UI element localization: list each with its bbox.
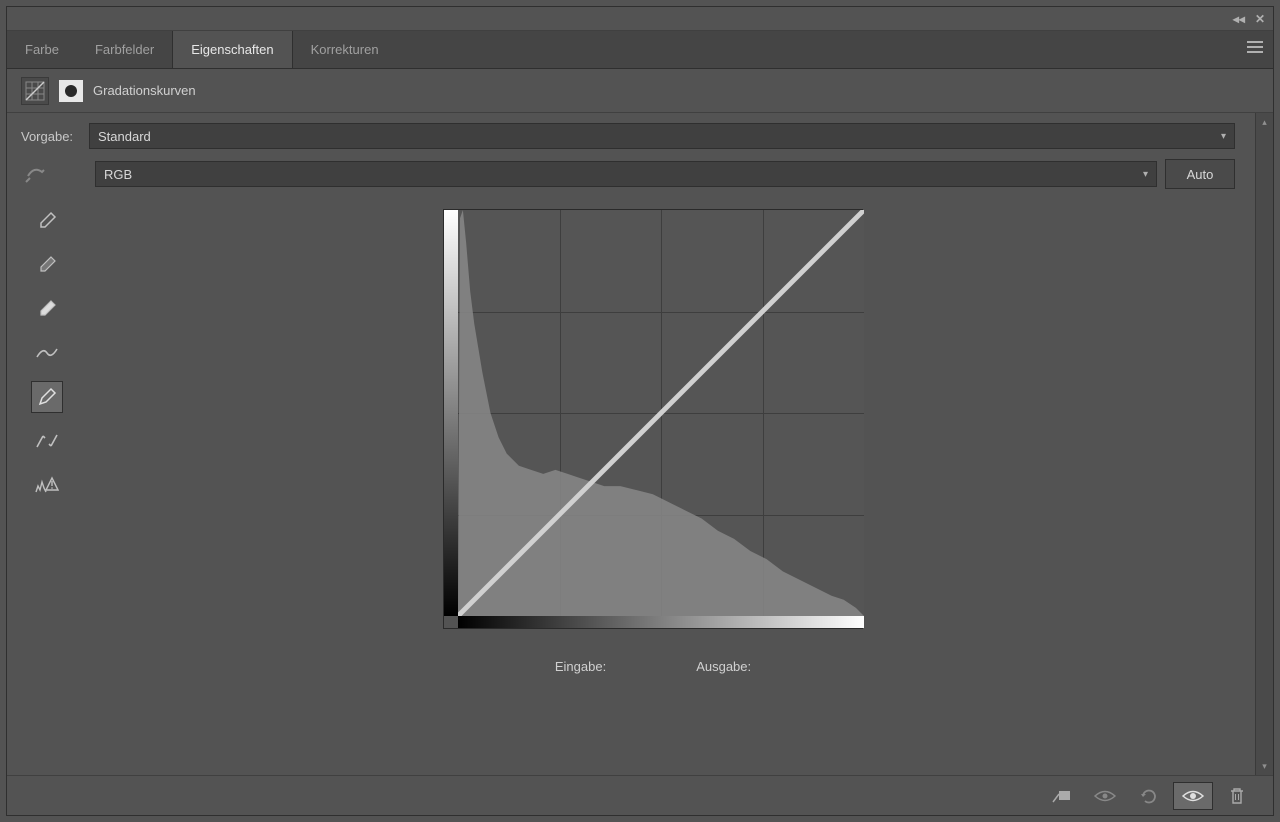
preset-label: Vorgabe: (21, 129, 81, 144)
adjustment-header: Gradationskurven (7, 69, 1273, 113)
curve-line (458, 210, 864, 616)
auto-button[interactable]: Auto (1165, 159, 1235, 189)
input-output-readout: Eingabe: Ausgabe: (555, 659, 751, 674)
channel-value: RGB (104, 167, 132, 182)
y-gradient-bar (444, 210, 458, 616)
target-adjust-icon[interactable] (21, 161, 51, 187)
eyedropper-black-icon[interactable] (31, 205, 63, 237)
channel-row: RGB ▾ Auto (21, 159, 1235, 189)
panel-menu-icon[interactable] (1247, 41, 1263, 53)
scroll-down-icon[interactable]: ▾ (1256, 757, 1273, 775)
view-previous-icon[interactable] (1085, 782, 1125, 810)
reset-icon[interactable] (1129, 782, 1169, 810)
adjustment-title: Gradationskurven (93, 83, 196, 98)
panel-footer (7, 775, 1273, 815)
curve-edit-points-icon[interactable] (31, 337, 63, 369)
panel-titlebar: ◂◂ ✕ (7, 7, 1273, 31)
scroll-up-icon[interactable]: ▴ (1256, 113, 1273, 131)
tab-farbe[interactable]: Farbe (7, 31, 77, 68)
clip-to-layer-icon[interactable] (1041, 782, 1081, 810)
vertical-scrollbar[interactable]: ▴ ▾ (1255, 113, 1273, 775)
eyedropper-gray-icon[interactable] (31, 249, 63, 281)
curves-adjustment-icon (21, 77, 49, 105)
panel-tabs: Farbe Farbfelder Eigenschaften Korrektur… (7, 31, 1273, 69)
collapse-icon[interactable]: ◂◂ (1233, 12, 1245, 26)
tab-korrekturen[interactable]: Korrekturen (293, 31, 397, 68)
curves-tools (21, 199, 67, 765)
curves-graph[interactable] (443, 209, 863, 629)
close-icon[interactable]: ✕ (1255, 12, 1265, 26)
layer-mask-thumb[interactable] (59, 80, 83, 102)
clip-warning-icon[interactable] (31, 469, 63, 501)
toggle-visibility-icon[interactable] (1173, 782, 1213, 810)
input-label: Eingabe: (555, 659, 606, 674)
x-gradient-bar (458, 614, 864, 628)
panel-content: Vorgabe: Standard ▾ RGB ▾ Auto (7, 113, 1273, 775)
preset-value: Standard (98, 129, 151, 144)
tab-farbfelder[interactable]: Farbfelder (77, 31, 172, 68)
properties-panel: ◂◂ ✕ Farbe Farbfelder Eigenschaften Korr… (6, 6, 1274, 816)
tab-eigenschaften[interactable]: Eigenschaften (172, 31, 292, 68)
delete-icon[interactable] (1217, 782, 1257, 810)
curves-plot[interactable] (458, 210, 864, 616)
chevron-down-icon: ▾ (1221, 131, 1226, 142)
output-label: Ausgabe: (696, 659, 751, 674)
preset-row: Vorgabe: Standard ▾ (21, 123, 1235, 149)
preset-select[interactable]: Standard ▾ (89, 123, 1235, 149)
chevron-down-icon: ▾ (1143, 169, 1148, 180)
channel-select[interactable]: RGB ▾ (95, 161, 1157, 187)
eyedropper-white-icon[interactable] (31, 293, 63, 325)
curve-draw-pencil-icon[interactable] (31, 381, 63, 413)
smooth-curve-icon[interactable] (31, 425, 63, 457)
